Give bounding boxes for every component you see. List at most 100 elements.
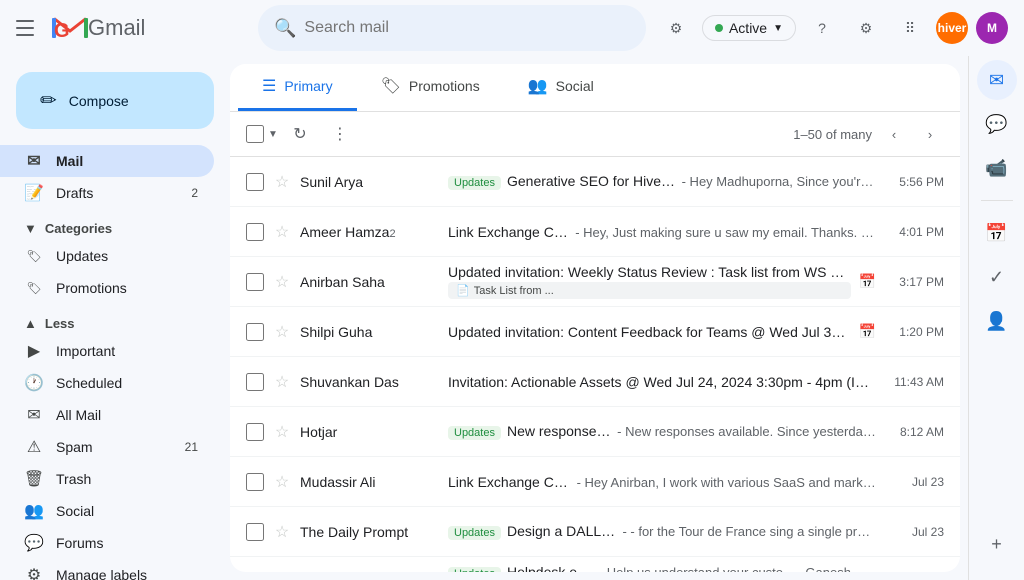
user-avatar[interactable]: M [976,12,1008,44]
mail-icon: ✉ [24,151,44,171]
sidebar-item-updates[interactable]: 🏷 Updates [0,240,214,272]
email-row[interactable]: ☆ Shilpi Guha Updated invitation: Conten… [230,307,960,357]
sidebar-item-forums[interactable]: 💬 Forums [0,527,214,559]
sidebar-item-label: Drafts [56,185,93,201]
email-content: Link Exchange Collaboration - Hey Anirba… [448,468,876,496]
search-input[interactable] [304,19,630,37]
row-checkbox[interactable] [246,373,264,391]
rp-meet-icon[interactable]: 📹 [977,148,1017,188]
tab-social[interactable]: 👥 Social [504,64,618,111]
more-options-button[interactable]: ⋮ [322,116,358,152]
rp-contacts-icon[interactable]: 👤 [977,301,1017,341]
email-row[interactable]: ☆ Ganesh Mukundan (Go. Updates Helpdesk … [230,557,960,572]
filter-icon[interactable]: ⚙ [658,10,694,46]
email-content-line: Updates Helpdesk efficien... - Help us u… [448,564,876,573]
email-content: Updated invitation: Weekly Status Review… [448,258,851,305]
spam-count: 21 [185,440,198,454]
row-checkbox[interactable] [246,173,264,191]
sidebar-item-promotions[interactable]: 🏷 Promotions [0,272,214,304]
apps-icon[interactable]: ⠿ [892,10,928,46]
email-toolbar: ▼ ↻ ⋮ 1–50 of many ‹ › [230,112,960,157]
select-all-checkbox[interactable] [246,125,264,143]
next-page-button[interactable]: › [916,120,944,148]
email-row[interactable]: ☆ Mudassir Ali Link Exchange Collaborati… [230,457,960,507]
categories-section[interactable]: ▼ Categories [0,213,230,240]
sidebar-item-label: Scheduled [56,375,122,391]
email-content: Updates Generative SEO for Hiver - Webin… [448,167,876,196]
star-icon[interactable]: ☆ [272,272,292,292]
prev-page-button[interactable]: ‹ [880,120,908,148]
sidebar-item-drafts[interactable]: 📝 Drafts 2 [0,177,214,209]
email-tag: Updates [448,567,501,573]
hamburger-menu[interactable] [16,16,40,40]
star-icon[interactable]: ☆ [272,372,292,392]
email-time: 4:01 PM [884,225,944,239]
rp-tasks-icon[interactable]: ✓ [977,257,1017,297]
email-content: Updates Design a DALL-E graphic... - - f… [448,517,876,546]
row-checkbox[interactable] [246,323,264,341]
refresh-button[interactable]: ↻ [282,116,318,152]
less-section[interactable]: ▲ Less [0,308,230,335]
star-icon[interactable]: ☆ [272,472,292,492]
active-status[interactable]: Active ▼ [702,15,796,41]
row-checkbox[interactable] [246,223,264,241]
help-icon[interactable]: ? [804,10,840,46]
row-checkbox[interactable] [246,523,264,541]
email-subject: Generative SEO for Hiver - Webinar Invit… [507,173,676,189]
rp-chat-icon[interactable]: 💬 [977,104,1017,144]
tab-promotions[interactable]: 🏷 Promotions [357,64,504,111]
search-bar[interactable]: 🔍 [258,5,646,51]
sidebar-item-trash[interactable]: 🗑 Trash [0,463,214,495]
compose-button[interactable]: ✏ Compose [16,72,214,129]
tabs-bar: ☰ Primary 🏷 Promotions 👥 Social [230,64,960,112]
less-label: Less [45,316,75,331]
tab-label: Social [556,78,594,94]
star-icon[interactable]: ☆ [272,172,292,192]
star-icon[interactable]: ☆ [272,222,292,242]
sidebar-item-label: Forums [56,535,103,551]
sidebar-item-label: Important [56,343,115,359]
star-icon[interactable]: ☆ [272,522,292,542]
chevron-up-icon: ▲ [24,316,37,331]
email-time: 5:56 PM [884,175,944,189]
email-row[interactable]: ☆ Shuvankan Das Invitation: Actionable A… [230,357,960,407]
sidebar-item-social[interactable]: 👥 Social [0,495,214,527]
email-row[interactable]: ☆ Ameer Hamza2 Link Exchange Collaborati… [230,207,960,257]
email-row[interactable]: ☆ Hotjar Updates New responses available… [230,407,960,457]
email-row[interactable]: ☆ The Daily Prompt Updates Design a DALL… [230,507,960,557]
hiver-avatar[interactable]: hiver [936,12,968,44]
chevron-down-icon: ▼ [24,221,37,236]
active-dot [715,24,723,32]
sidebar-item-scheduled[interactable]: 🕐 Scheduled [0,367,214,399]
sidebar-item-important[interactable]: ▶ Important [0,335,214,367]
row-checkbox[interactable] [246,423,264,441]
star-icon[interactable]: ☆ [272,322,292,342]
sidebar-item-mail[interactable]: ✉ Mail [0,145,214,177]
email-row[interactable]: ☆ Sunil Arya Updates Generative SEO for … [230,157,960,207]
email-row[interactable]: ☆ Anirban Saha Updated invitation: Weekl… [230,257,960,307]
email-tag: Updates [448,426,501,440]
email-subject: New responses available. [507,423,611,439]
rp-calendar-icon[interactable]: 📅 [977,213,1017,253]
sidebar-item-allmail[interactable]: ✉ All Mail [0,399,214,431]
star-icon[interactable]: ☆ [272,572,292,573]
gear-icon: ⚙ [24,565,44,580]
email-sender: Shuvankan Das [300,374,440,390]
select-dropdown-icon[interactable]: ▼ [268,129,278,140]
star-icon[interactable]: ☆ [272,422,292,442]
tab-primary[interactable]: ☰ Primary [238,64,357,111]
rp-mail-icon[interactable]: ✉ [977,60,1017,100]
sidebar-item-manage-labels[interactable]: ⚙ Manage labels [0,559,214,580]
trash-icon: 🗑 [24,469,44,489]
sidebar-item-spam[interactable]: ⚠ Spam 21 [0,431,214,463]
settings-icon[interactable]: ⚙ [848,10,884,46]
svg-text:G: G [54,20,70,41]
email-list: ☆ Sunil Arya Updates Generative SEO for … [230,157,960,572]
tag-icon: 🏷 [24,246,44,266]
email-subject: Updated invitation: Content Feedback for… [448,324,851,340]
drafts-count: 2 [191,186,198,200]
rp-add-icon[interactable]: + [977,524,1017,564]
row-checkbox[interactable] [246,273,264,291]
email-sender: Shilpi Guha [300,324,440,340]
row-checkbox[interactable] [246,473,264,491]
